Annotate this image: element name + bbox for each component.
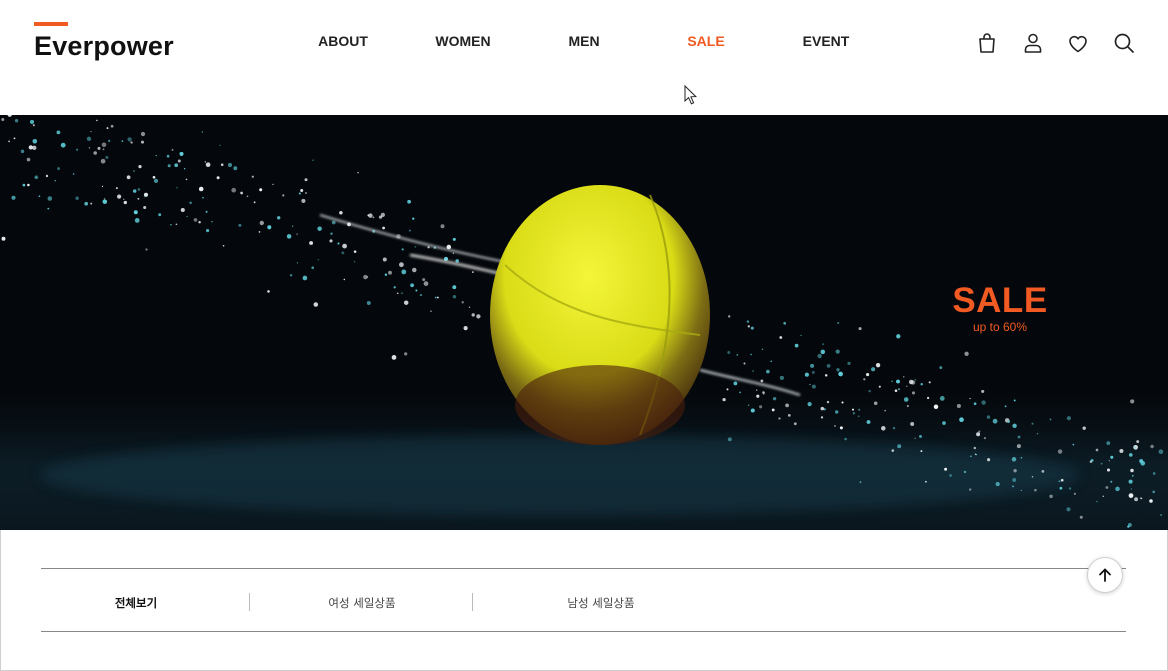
tab-divider	[472, 593, 473, 611]
arrow-up-icon	[1099, 568, 1111, 582]
heart-icon[interactable]	[1065, 30, 1091, 56]
sale-title: SALE	[952, 281, 1048, 320]
sale-promo[interactable]: SALE up to 60%	[940, 281, 1060, 335]
header-icons	[0, 30, 1168, 56]
mouse-cursor-icon	[684, 85, 697, 105]
site-header: Everpower ABOUT WOMEN MEN SALE EVENT	[0, 0, 1168, 115]
search-icon[interactable]	[1111, 30, 1137, 56]
tab-men-sale[interactable]: 남성 세일상품	[567, 595, 634, 611]
logo-accent-bar	[34, 22, 68, 26]
tab-all[interactable]: 전체보기	[115, 595, 157, 611]
sale-filter-tabs: 전체보기 여성 세일상품 남성 세일상품	[41, 568, 1126, 632]
shopping-bag-icon[interactable]	[974, 30, 1000, 56]
scroll-to-top-button[interactable]	[1087, 557, 1123, 593]
tab-divider	[249, 593, 250, 611]
hero-banner[interactable]: SALE up to 60%	[0, 115, 1168, 530]
sale-subtitle: up to 60%	[972, 320, 1028, 334]
tab-women-sale[interactable]: 여성 세일상품	[328, 595, 395, 611]
user-icon[interactable]	[1020, 30, 1046, 56]
